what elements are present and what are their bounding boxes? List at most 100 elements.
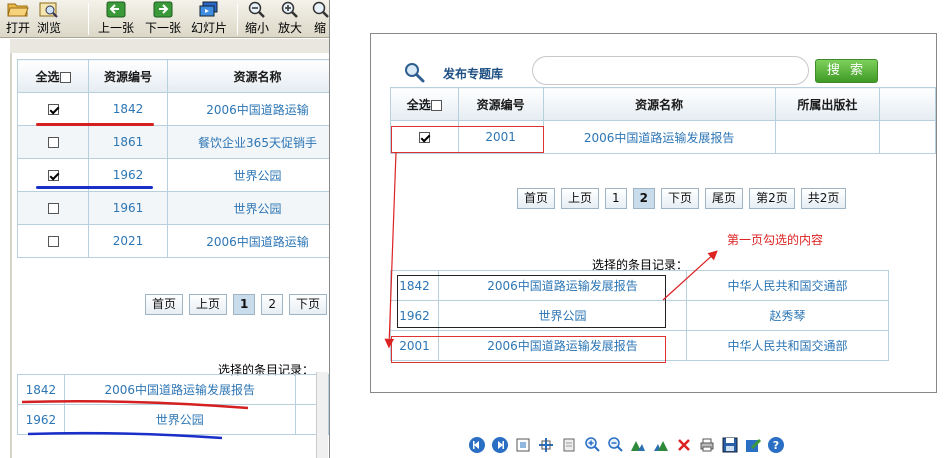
next-icon[interactable] bbox=[491, 436, 509, 454]
resource-code-header: 资源编号 bbox=[88, 59, 168, 93]
zoom-in-icon bbox=[281, 1, 298, 18]
actual-size-icon[interactable] bbox=[537, 436, 555, 454]
fit-icon[interactable] bbox=[514, 436, 532, 454]
folder-open-icon bbox=[7, 3, 29, 17]
table-row: 1842 2006中国道路运输 bbox=[17, 92, 329, 126]
left-vertical-scrollbar[interactable] bbox=[316, 372, 328, 458]
viewer-bottom-toolbar: ? bbox=[468, 435, 785, 455]
page-2-button[interactable]: 2 bbox=[632, 188, 656, 209]
right-pagination: 首页 上页 1 2 下页 尾页 第2页 共2页 bbox=[517, 188, 847, 209]
page-1-button[interactable]: 1 bbox=[233, 294, 256, 315]
zoom-button[interactable]: 缩 bbox=[310, 0, 329, 38]
browse-label: 浏览 bbox=[36, 21, 61, 35]
zoom-icon bbox=[312, 1, 329, 18]
row-name-link[interactable]: 2006中国道路运输发展报告 bbox=[542, 120, 776, 154]
row-checkbox-checked[interactable] bbox=[47, 170, 59, 181]
help-icon[interactable]: ? bbox=[767, 436, 785, 454]
image-viewer-toolbar: 打开 浏览 上一张 下一张 幻灯片 缩小 放大 缩 bbox=[0, 0, 329, 38]
previous-image-button[interactable]: 上一张 bbox=[96, 0, 136, 38]
page-1-button[interactable]: 1 bbox=[605, 188, 627, 209]
prev-page-button[interactable]: 上页 bbox=[189, 294, 228, 315]
save-icon[interactable] bbox=[721, 436, 739, 454]
table-row: 2021 2006中国道路运输 bbox=[17, 224, 329, 258]
row-name-link[interactable]: 2006中国道路运输 bbox=[167, 92, 329, 126]
select-all-checkbox[interactable] bbox=[430, 99, 442, 111]
row-checkbox-cell[interactable] bbox=[17, 92, 89, 126]
first-page-button[interactable]: 首页 bbox=[517, 188, 556, 209]
search-icon bbox=[405, 63, 425, 83]
select-all-checkbox[interactable] bbox=[59, 71, 71, 83]
current-page-indicator: 第2页 bbox=[749, 188, 795, 209]
next-page-button[interactable]: 下页 bbox=[289, 294, 328, 315]
first-page-button[interactable]: 首页 bbox=[145, 294, 184, 315]
red-highlight-box bbox=[391, 336, 666, 363]
blue-underline-annotation bbox=[27, 431, 223, 440]
row-code: 2021 bbox=[88, 224, 168, 258]
rotate-right-icon[interactable] bbox=[652, 436, 670, 454]
delete-icon[interactable] bbox=[675, 436, 693, 454]
arrow-left-icon bbox=[106, 1, 126, 18]
row-checkbox-cell[interactable] bbox=[17, 191, 89, 225]
select-all-header[interactable]: 全选 bbox=[390, 87, 459, 121]
table-header-row: 全选 资源编号 资源名称 bbox=[17, 59, 329, 93]
resource-name-header: 资源名称 bbox=[167, 59, 329, 93]
row-checkbox[interactable] bbox=[47, 203, 59, 214]
arrow-right-icon bbox=[153, 1, 173, 18]
right-viewer-pane: 发布专题库 搜 索 全选 资源编号 资源名称 所属出版社 2001 2006中国… bbox=[332, 0, 947, 458]
slideshow-button[interactable]: 幻灯片 bbox=[189, 0, 229, 38]
zoom-in-button[interactable]: 放大 bbox=[276, 0, 304, 38]
left-resource-table: 全选 资源编号 资源名称 1842 2006中国道路运输 1861 餐饮企业36… bbox=[17, 59, 329, 258]
search-input[interactable] bbox=[532, 56, 809, 85]
zoom-out-button[interactable]: 缩小 bbox=[243, 0, 271, 38]
next-image-button[interactable]: 下一张 bbox=[143, 0, 183, 38]
select-all-label: 全选 bbox=[406, 97, 431, 112]
browse-icon bbox=[39, 2, 58, 18]
publisher-header: 所属出版社 bbox=[774, 87, 881, 121]
open-label: 打开 bbox=[5, 21, 30, 35]
row-code: 1861 bbox=[88, 125, 168, 159]
row-name-link[interactable]: 2006中国道路运输 bbox=[167, 224, 329, 258]
zoom-out-icon[interactable] bbox=[606, 436, 624, 454]
zoom-in-label: 放大 bbox=[277, 21, 302, 35]
hand-drawn-underlines bbox=[21, 400, 249, 440]
red-underline-annotation bbox=[36, 123, 154, 126]
row-code: 1842 bbox=[88, 92, 168, 126]
prev-icon[interactable] bbox=[468, 436, 486, 454]
row-checkbox[interactable] bbox=[47, 137, 59, 148]
select-all-label: 全选 bbox=[35, 69, 60, 84]
row-name-link[interactable]: 世界公园 bbox=[167, 191, 329, 225]
svg-text:?: ? bbox=[773, 439, 779, 452]
zoom-in-icon[interactable] bbox=[583, 436, 601, 454]
selected-publisher: 赵秀琴 bbox=[686, 300, 889, 331]
row-checkbox-cell[interactable] bbox=[17, 224, 89, 258]
row-name-link[interactable]: 餐饮企业365天促销手 bbox=[167, 125, 329, 159]
extra-header bbox=[879, 87, 936, 121]
row-code: 1961 bbox=[88, 191, 168, 225]
blue-underline-annotation bbox=[36, 186, 153, 189]
select-all-header[interactable]: 全选 bbox=[17, 59, 89, 93]
row-checkbox-cell[interactable] bbox=[17, 125, 89, 159]
print-icon[interactable] bbox=[698, 436, 716, 454]
rotate-icon[interactable] bbox=[560, 436, 578, 454]
next-page-button[interactable]: 下页 bbox=[661, 188, 700, 209]
row-checkbox[interactable] bbox=[47, 236, 59, 247]
total-pages-indicator: 共2页 bbox=[800, 188, 847, 209]
left-canvas-top-strip bbox=[10, 39, 329, 53]
row-checkbox-checked[interactable] bbox=[47, 104, 59, 115]
table-header-row: 全选 资源编号 资源名称 所属出版社 bbox=[390, 87, 936, 121]
page-2-button[interactable]: 2 bbox=[261, 294, 284, 315]
publish-topic-label: 发布专题库 bbox=[443, 67, 504, 81]
prev-page-button[interactable]: 上页 bbox=[561, 188, 600, 209]
browse-button[interactable]: 浏览 bbox=[34, 0, 64, 38]
row-name-link[interactable]: 世界公园 bbox=[167, 158, 329, 192]
row-extra bbox=[879, 120, 936, 154]
rotate-left-icon[interactable] bbox=[629, 436, 647, 454]
open-button[interactable]: 打开 bbox=[3, 0, 33, 38]
edit-icon[interactable] bbox=[744, 436, 762, 454]
zoom-out-icon bbox=[248, 1, 265, 18]
publish-topic-panel: 发布专题库 搜 索 全选 资源编号 资源名称 所属出版社 2001 2006中国… bbox=[370, 33, 937, 393]
black-highlight-box bbox=[397, 275, 666, 328]
red-underline-annotation bbox=[21, 400, 249, 410]
last-page-button[interactable]: 尾页 bbox=[705, 188, 744, 209]
search-button[interactable]: 搜 索 bbox=[815, 59, 878, 83]
